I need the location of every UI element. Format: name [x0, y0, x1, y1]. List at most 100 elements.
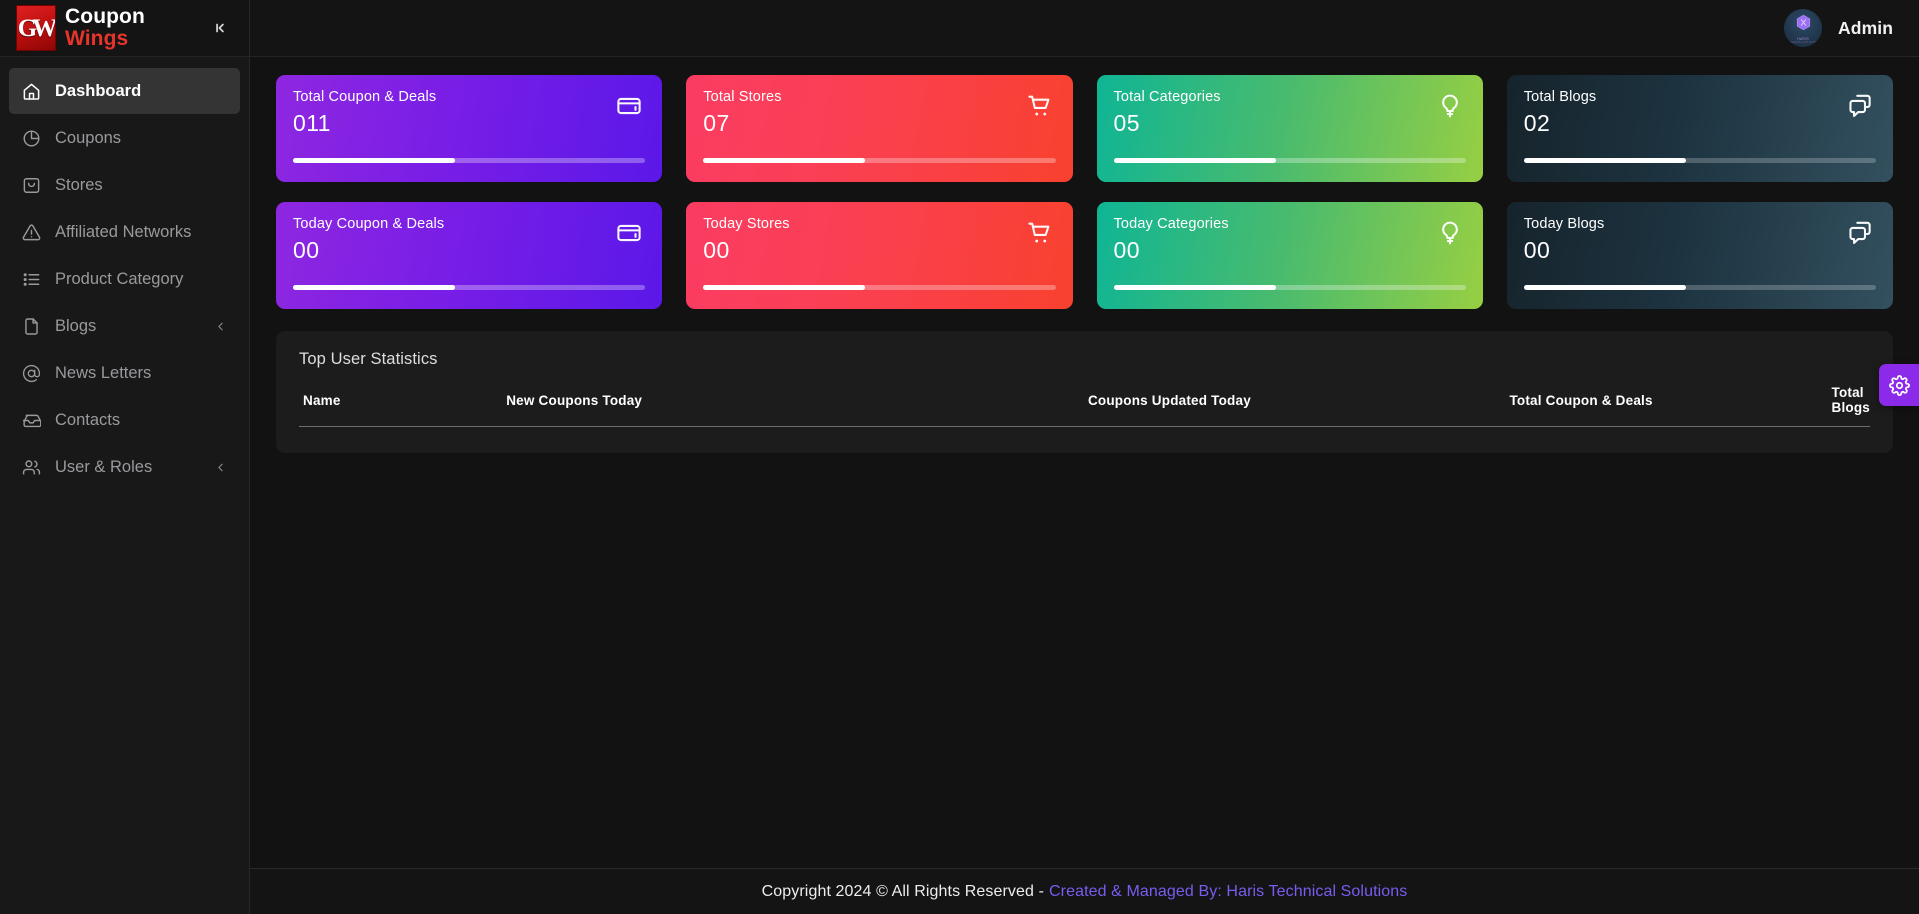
stat-card-progress-fill: [293, 285, 456, 290]
stat-card-progress-track: [1113, 158, 1466, 163]
sidebar-item-affiliated-networks[interactable]: Affiliated Networks: [9, 209, 240, 255]
stat-card-total-blogs[interactable]: Total Blogs 02: [1506, 75, 1893, 182]
sidebar-item-label: Contacts: [55, 410, 121, 429]
stat-card-total-stores[interactable]: Total Stores 07: [686, 75, 1073, 182]
sidebar-item-label: Dashboard: [55, 81, 142, 100]
stat-card-progress-track: [1113, 285, 1466, 290]
sidebar-item-label: User & Roles: [55, 457, 153, 476]
brand-line-2: Wings: [65, 27, 129, 50]
chevron-first-icon: [216, 23, 224, 33]
app-root: GW Coupon Wings Dashboard Coupons Stores…: [0, 0, 1919, 914]
inbox-icon: [20, 409, 42, 431]
stat-card-progress-fill: [703, 158, 866, 163]
gear-icon: [1888, 374, 1910, 396]
column-header-coupons-updated-today[interactable]: Coupons Updated Today: [1087, 385, 1510, 427]
column-header-total-blogs[interactable]: Total Blogs: [1831, 385, 1870, 427]
pie-chart-icon: [20, 127, 42, 149]
wallet-icon: [616, 93, 642, 124]
stat-card-progress-fill: [1523, 285, 1686, 290]
sidebar-collapse-button[interactable]: [205, 13, 235, 43]
stat-card-title: Total Coupon & Deals: [293, 89, 437, 105]
stat-card-progress-track: [1523, 285, 1876, 290]
stat-card-total-categories[interactable]: Total Categories 05: [1096, 75, 1483, 182]
sidebar-item-coupons[interactable]: Coupons: [9, 115, 240, 161]
stat-card-value: 00: [293, 237, 320, 264]
wallet-icon: [616, 220, 642, 251]
coupon-wings-logo-icon: GW: [16, 5, 56, 51]
brand-row: GW Coupon Wings: [0, 0, 249, 57]
column-header-total-coupon-deals[interactable]: Total Coupon & Deals: [1509, 385, 1832, 427]
topbar: HARIS TECHNICAL SOLUTIONS Admin: [250, 0, 1919, 57]
stat-card-title: Today Blogs: [1523, 216, 1605, 232]
avatar[interactable]: HARIS TECHNICAL SOLUTIONS: [1784, 9, 1823, 47]
stat-card-value: 07: [703, 110, 730, 137]
sidebar-item-user-and-roles[interactable]: User & Roles: [9, 444, 240, 490]
chevron-left-icon: [214, 461, 227, 474]
stat-card-progress-fill: [293, 158, 456, 163]
stat-cards-grid: Total Coupon & Deals 011 Total Stores 07…: [276, 75, 1893, 309]
stat-card-progress-fill: [1113, 285, 1276, 290]
at-sign-icon: [20, 362, 42, 384]
home-icon: [20, 80, 42, 102]
column-header-new-coupons-today[interactable]: New Coupons Today: [506, 385, 1088, 427]
panel-title: Top User Statistics: [299, 350, 438, 368]
stat-card-title: Total Blogs: [1523, 89, 1597, 105]
stat-card-progress-track: [703, 285, 1056, 290]
bulb-icon: [1437, 220, 1463, 251]
chevron-left-icon: [214, 320, 227, 333]
stat-card-value: 02: [1523, 110, 1551, 137]
top-user-statistics-table: Name New Coupons Today Coupons Updated T…: [299, 385, 1870, 427]
hexagon-logo-icon: [1796, 14, 1811, 36]
column-header-name[interactable]: Name: [299, 385, 507, 427]
sidebar-item-product-category[interactable]: Product Category: [9, 256, 240, 302]
sidebar-item-label: Stores: [55, 175, 103, 194]
top-user-statistics-panel: Top User Statistics Name New Coupons Tod…: [276, 331, 1893, 453]
sidebar-item-blogs[interactable]: Blogs: [9, 303, 240, 349]
sidebar-item-label: News Letters: [55, 363, 152, 382]
stat-card-total-coupon-deals[interactable]: Total Coupon & Deals 011: [276, 75, 663, 182]
stat-card-title: Today Stores: [703, 216, 790, 232]
cart-icon: [1027, 220, 1053, 251]
chat-icon: [1847, 220, 1873, 251]
sidebar-nav: Dashboard Coupons Stores Affiliated Netw…: [0, 57, 249, 491]
stat-card-title: Total Categories: [1113, 89, 1221, 105]
stat-card-today-blogs[interactable]: Today Blogs 00: [1506, 202, 1893, 309]
stat-card-today-stores[interactable]: Today Stores 00: [686, 202, 1073, 309]
stat-card-value: 00: [1523, 237, 1551, 264]
dashboard-content: Total Coupon & Deals 011 Total Stores 07…: [250, 57, 1919, 868]
settings-tab-button[interactable]: [1879, 364, 1919, 406]
stat-card-value: 011: [293, 110, 331, 137]
stat-card-title: Total Stores: [703, 89, 782, 105]
sidebar-item-contacts[interactable]: Contacts: [9, 397, 240, 443]
stat-card-title: Today Categories: [1113, 216, 1229, 232]
sidebar-item-label: Product Category: [55, 269, 184, 288]
users-icon: [20, 456, 42, 478]
main-area: HARIS TECHNICAL SOLUTIONS Admin Total Co…: [250, 0, 1919, 914]
sidebar-item-label: Affiliated Networks: [55, 222, 192, 241]
sidebar-item-label: Coupons: [55, 128, 122, 147]
file-icon: [20, 315, 42, 337]
brand-title: Coupon Wings: [65, 4, 145, 51]
warning-icon: [20, 221, 42, 243]
stat-card-today-coupon-deals[interactable]: Today Coupon & Deals 00: [276, 202, 663, 309]
stat-card-progress-fill: [703, 285, 866, 290]
footer-copyright: Copyright 2024 © All Rights Reserved -: [761, 882, 1044, 900]
footer-credit-link[interactable]: Created & Managed By: Haris Technical So…: [1049, 883, 1407, 901]
sidebar-item-dashboard[interactable]: Dashboard: [9, 68, 240, 114]
chat-icon: [1847, 93, 1873, 124]
logo-monogram: GW: [17, 14, 55, 42]
stat-card-value: 00: [1113, 237, 1140, 264]
table-header-row: Name New Coupons Today Coupons Updated T…: [299, 385, 1870, 427]
sidebar-item-news-letters[interactable]: News Letters: [9, 350, 240, 396]
sidebar-item-stores[interactable]: Stores: [9, 162, 240, 208]
stat-card-title: Today Coupon & Deals: [293, 216, 445, 232]
list-icon: [20, 268, 42, 290]
table-header: Name New Coupons Today Coupons Updated T…: [299, 385, 1870, 427]
admin-label[interactable]: Admin: [1838, 18, 1893, 39]
stat-card-today-categories[interactable]: Today Categories 00: [1096, 202, 1483, 309]
sidebar: GW Coupon Wings Dashboard Coupons Stores…: [0, 0, 250, 914]
stat-card-progress-fill: [1523, 158, 1686, 163]
bulb-icon: [1437, 93, 1463, 124]
brand-line-1: Coupon: [65, 4, 145, 28]
stat-card-progress-track: [703, 158, 1056, 163]
